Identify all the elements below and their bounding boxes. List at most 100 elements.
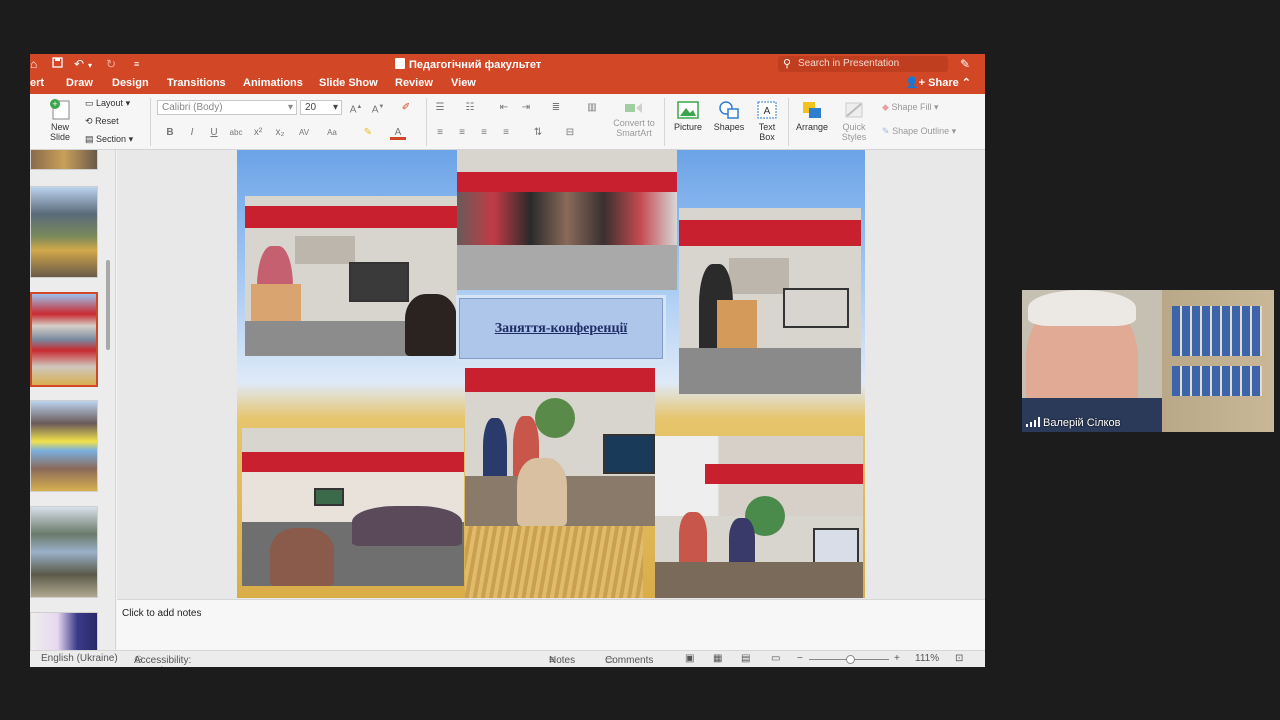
undo-icon[interactable]: ↶ xyxy=(74,57,84,71)
feedback-icon[interactable]: ✎ xyxy=(960,57,970,71)
slide-thumbnail[interactable] xyxy=(30,400,98,492)
bold-icon[interactable]: B xyxy=(162,125,178,140)
picture-label: Picture xyxy=(673,122,702,132)
decrease-indent-icon[interactable]: ⇤ xyxy=(496,100,512,115)
ribbon-tabs: ert Draw Design Transitions Animations S… xyxy=(30,74,985,94)
align-right-icon[interactable]: ≡ xyxy=(476,125,492,140)
notes-placeholder: Click to add notes xyxy=(122,608,202,619)
search-input[interactable]: ⚲ Search in Presentation xyxy=(778,56,948,72)
change-case-icon[interactable]: Aa xyxy=(324,125,340,140)
title-bar: ⌂ ↶ ▾ ↻ ≡ Педагогічний факультет ⚲ Searc… xyxy=(30,54,985,74)
slide-thumbnail[interactable] xyxy=(30,150,98,170)
increase-indent-icon[interactable]: ⇥ xyxy=(518,100,534,115)
justify-icon[interactable]: ≡ xyxy=(498,125,514,140)
video-participant-tile[interactable]: Валерій Сілков xyxy=(1022,290,1274,432)
subscript-icon[interactable]: x₂ xyxy=(272,125,288,140)
save-icon[interactable] xyxy=(52,57,63,71)
photo-classroom-table[interactable] xyxy=(242,428,464,586)
picture-button[interactable]: Picture xyxy=(670,100,706,132)
notes-pane[interactable]: Click to add notes xyxy=(117,599,985,651)
columns-icon[interactable]: ▥ xyxy=(584,100,600,115)
text-box-label: Text Box xyxy=(758,122,776,142)
picture-icon xyxy=(677,101,699,119)
redo-icon[interactable]: ↻ xyxy=(106,57,116,71)
normal-view-icon[interactable]: ▣ xyxy=(685,653,694,664)
zoom-in-icon[interactable]: + xyxy=(894,653,900,664)
binders-image xyxy=(1172,306,1262,356)
slide[interactable]: Заняття-конференції xyxy=(237,150,865,598)
arrange-button[interactable]: Arrange xyxy=(794,100,830,132)
increase-font-icon[interactable]: A▲ xyxy=(348,100,364,115)
notes-label: Notes xyxy=(549,655,576,666)
bullets-icon[interactable]: ☰ xyxy=(432,100,448,115)
convert-smartart-button[interactable]: Convert to SmartArt xyxy=(610,100,658,138)
strikethrough-icon[interactable]: abc xyxy=(228,125,244,140)
home-icon[interactable]: ⌂ xyxy=(30,57,37,71)
numbering-icon[interactable]: ☷ xyxy=(462,100,478,115)
signal-strength-icon xyxy=(1026,417,1040,427)
shape-fill-button[interactable]: ◆ Shape Fill ▾ xyxy=(882,102,939,113)
reading-view-icon[interactable]: ▤ xyxy=(741,653,750,664)
photo-group[interactable] xyxy=(457,150,677,290)
section-button[interactable]: ▤ Section ▾ xyxy=(85,134,133,145)
photo-speaker-right[interactable] xyxy=(679,208,861,394)
font-name-select[interactable]: Calibri (Body) ▾ xyxy=(157,100,297,115)
customize-toolbar-icon[interactable]: ≡ xyxy=(134,57,139,71)
tab-insert[interactable]: ert xyxy=(30,77,44,89)
tab-review[interactable]: Review xyxy=(395,77,433,89)
slide-title-box[interactable]: Заняття-конференції xyxy=(459,298,663,359)
slide-thumbnail[interactable] xyxy=(30,506,98,598)
text-box-icon: A xyxy=(757,101,777,119)
zoom-level[interactable]: 111% xyxy=(915,653,939,664)
slide-thumbnail[interactable] xyxy=(30,186,98,278)
zoom-out-icon[interactable]: − xyxy=(797,653,803,664)
language-indicator[interactable]: English (Ukraine) xyxy=(41,653,118,664)
tab-design[interactable]: Design xyxy=(112,77,149,89)
decrease-font-icon[interactable]: A▼ xyxy=(370,100,386,115)
quick-styles-button[interactable]: Quick Styles xyxy=(836,100,872,142)
share-button[interactable]: 👤+ Share ⌃ xyxy=(905,76,971,89)
underline-icon[interactable]: U xyxy=(206,125,222,140)
reset-button[interactable]: ⟲ Reset xyxy=(85,116,119,127)
binders-image xyxy=(1172,366,1262,396)
character-spacing-icon[interactable]: AV xyxy=(296,125,312,140)
text-direction-icon[interactable]: ⇅ xyxy=(530,125,546,140)
tab-animations[interactable]: Animations xyxy=(243,77,303,89)
slide-sorter-icon[interactable]: ▦ xyxy=(713,653,722,664)
new-slide-button[interactable]: + New Slide xyxy=(42,98,78,142)
undo-dropdown-icon[interactable]: ▾ xyxy=(88,59,92,73)
new-slide-icon: + xyxy=(50,99,70,120)
line-spacing-icon[interactable]: ≣ xyxy=(548,100,564,115)
quick-styles-icon xyxy=(845,102,863,118)
tab-draw[interactable]: Draw xyxy=(66,77,93,89)
photo-discussion[interactable] xyxy=(655,436,863,598)
thumbnail-scrollbar[interactable] xyxy=(106,260,110,350)
fit-to-window-icon[interactable]: ⊡ xyxy=(955,653,963,664)
font-color-icon[interactable]: A xyxy=(390,125,406,140)
shape-outline-button[interactable]: ✎ Shape Outline ▾ xyxy=(882,126,956,137)
text-box-button[interactable]: A Text Box xyxy=(752,100,782,142)
new-slide-label: New Slide xyxy=(49,122,70,142)
ribbon-divider xyxy=(426,98,427,146)
highlight-icon[interactable]: ✎ xyxy=(360,125,376,140)
align-text-icon[interactable]: ⊟ xyxy=(562,125,578,140)
align-center-icon[interactable]: ≡ xyxy=(454,125,470,140)
photo-lecture-podium[interactable] xyxy=(245,196,457,356)
slide-thumbnail[interactable] xyxy=(30,612,98,650)
tab-transitions[interactable]: Transitions xyxy=(167,77,226,89)
zoom-slider-handle[interactable] xyxy=(846,655,855,664)
font-size-select[interactable]: 20 ▾ xyxy=(300,100,342,115)
superscript-icon[interactable]: x² xyxy=(250,125,266,140)
slide-title-text: Заняття-конференції xyxy=(494,321,628,336)
shapes-button[interactable]: Shapes xyxy=(710,100,748,132)
shapes-label: Shapes xyxy=(713,122,745,132)
italic-icon[interactable]: I xyxy=(184,125,200,140)
clear-formatting-icon[interactable]: ✐ xyxy=(398,100,414,115)
slide-thumbnail-selected[interactable] xyxy=(30,292,98,387)
tab-view[interactable]: View xyxy=(451,77,476,89)
slide-show-icon[interactable]: ▭ xyxy=(771,653,780,664)
photo-presenters[interactable] xyxy=(465,368,655,526)
layout-button[interactable]: ▭ Layout ▾ xyxy=(85,98,130,109)
tab-slide-show[interactable]: Slide Show xyxy=(319,77,378,89)
align-left-icon[interactable]: ≡ xyxy=(432,125,448,140)
